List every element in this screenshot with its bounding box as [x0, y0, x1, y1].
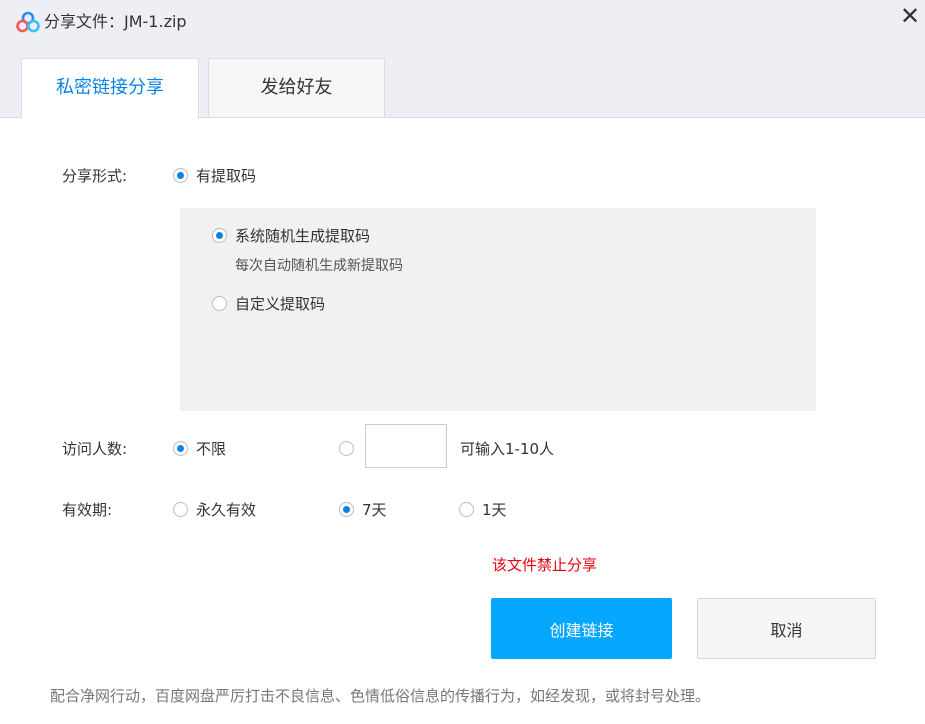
share-form-label: 分享形式:: [62, 167, 128, 185]
validity-1day-label[interactable]: 1天: [482, 500, 507, 520]
policy-notice: 配合净网行动，百度网盘严厉打击不良信息、色情低俗信息的传播行为，如经发现，或将封…: [50, 687, 711, 705]
validity-permanent-radio[interactable]: [173, 502, 188, 517]
visitors-unlimited-label[interactable]: 不限: [196, 439, 226, 459]
random-code-hint: 每次自动随机生成新提取码: [235, 258, 403, 274]
validity-1day-radio[interactable]: [459, 502, 474, 517]
cancel-button[interactable]: 取消: [697, 598, 876, 659]
validity-permanent-label[interactable]: 永久有效: [196, 500, 256, 520]
share-form-radio[interactable]: [173, 168, 188, 183]
random-code-radio[interactable]: [212, 228, 227, 243]
visitor-count-input[interactable]: [365, 424, 447, 468]
baidu-netdisk-logo-icon: [16, 11, 40, 33]
validity-7days-label[interactable]: 7天: [362, 500, 387, 520]
tab-send-to-friend[interactable]: 发给好友: [208, 58, 385, 117]
create-link-button[interactable]: 创建链接: [491, 598, 672, 659]
visitors-label: 访问人数:: [62, 440, 128, 458]
validity-label: 有效期:: [62, 501, 113, 519]
share-form-option-label[interactable]: 有提取码: [196, 166, 256, 186]
tab-private-link-share[interactable]: 私密链接分享: [21, 58, 199, 119]
visitors-unlimited-radio[interactable]: [173, 441, 188, 456]
custom-code-label[interactable]: 自定义提取码: [235, 294, 325, 314]
custom-code-radio[interactable]: [212, 296, 227, 311]
visitor-count-hint: 可输入1-10人: [460, 440, 555, 458]
window-title: 分享文件：JM-1.zip: [44, 12, 187, 31]
validity-7days-radio[interactable]: [339, 502, 354, 517]
share-forbidden-warning: 该文件禁止分享: [492, 556, 598, 574]
title-bar: 分享文件：JM-1.zip ✕: [0, 0, 925, 44]
close-icon[interactable]: ✕: [898, 4, 922, 29]
random-code-label[interactable]: 系统随机生成提取码: [235, 226, 370, 246]
visitors-custom-radio[interactable]: [339, 441, 354, 456]
